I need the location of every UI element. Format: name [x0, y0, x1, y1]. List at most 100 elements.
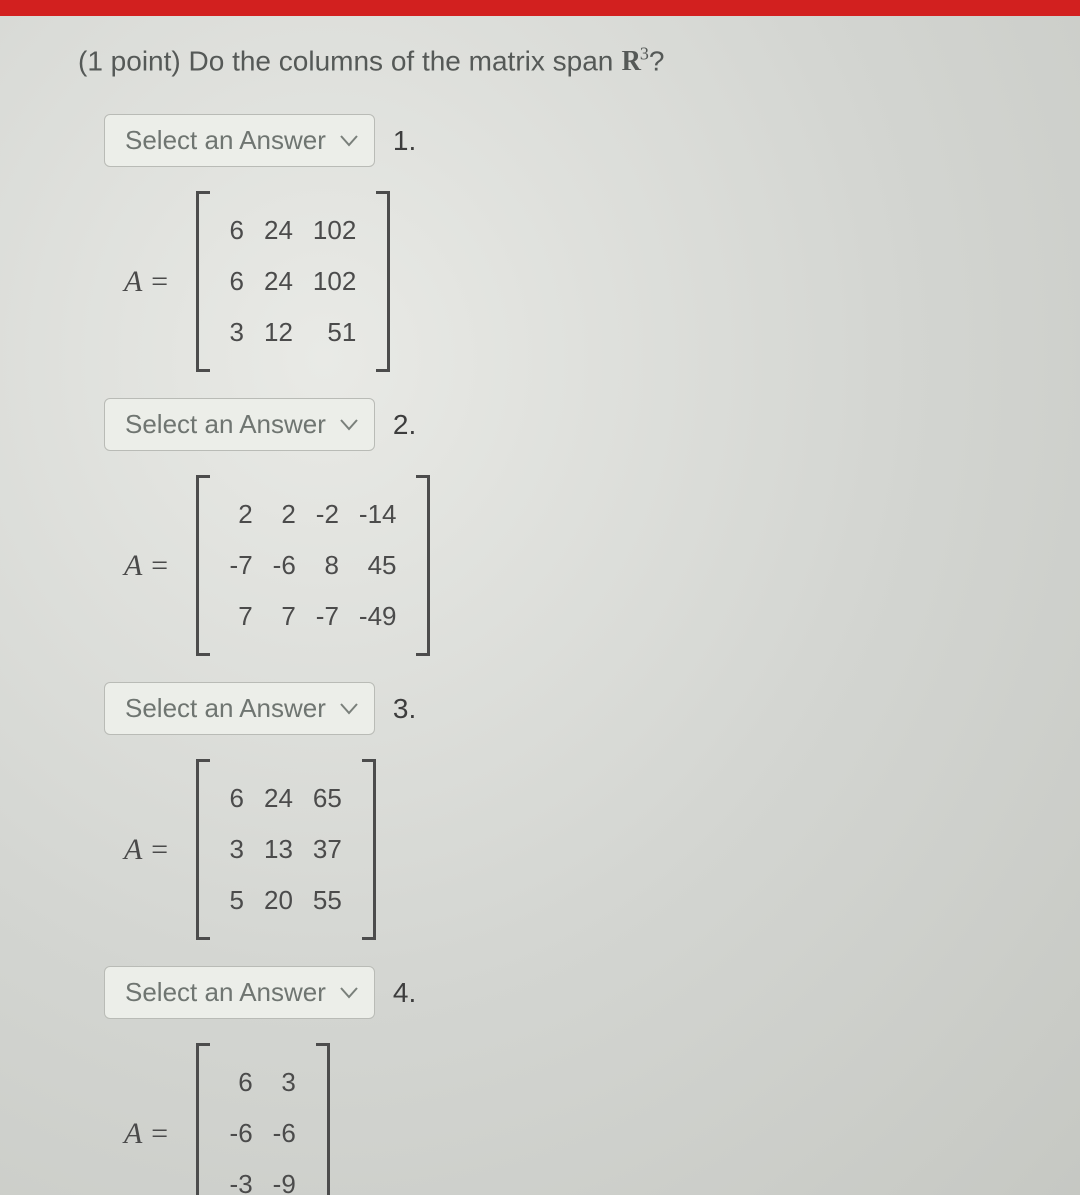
- cell: 13: [254, 824, 303, 875]
- cell: 7: [263, 591, 306, 642]
- answer-row-1: Select an Answer 1.: [104, 114, 1080, 167]
- bracket-right-icon: [316, 1043, 330, 1195]
- bracket-left-icon: [196, 475, 210, 656]
- cell: -3: [220, 1159, 263, 1195]
- table-row: 6 24 65: [220, 773, 352, 824]
- question-body: Do the columns of the matrix span: [189, 45, 614, 76]
- matrix-label-3: A =: [124, 833, 170, 867]
- select-placeholder: Select an Answer: [125, 125, 326, 156]
- cell: -7: [306, 591, 349, 642]
- item-number-4: 4.: [393, 977, 416, 1009]
- cell: 12: [254, 307, 303, 358]
- cell: 3: [220, 824, 254, 875]
- table-row: 2 2 -2 -14: [220, 489, 407, 540]
- chevron-down-icon: [340, 703, 358, 715]
- cell: 7: [220, 591, 263, 642]
- matrix-table-2: 2 2 -2 -14 -7 -6 8 45 7 7 -7: [220, 489, 407, 642]
- cell: 55: [303, 875, 352, 926]
- question-text: (1 point) Do the columns of the matrix s…: [78, 44, 1080, 78]
- table-row: 3 13 37: [220, 824, 352, 875]
- table-row: 3 12 51: [220, 307, 367, 358]
- chevron-down-icon: [340, 419, 358, 431]
- matrix-label-1: A =: [124, 265, 170, 299]
- answer-row-2: Select an Answer 2.: [104, 398, 1080, 451]
- table-row: -3 -9: [220, 1159, 306, 1195]
- cell: 51: [303, 307, 366, 358]
- matrix-table-4: 6 3 -6 -6 -3 -9: [220, 1057, 306, 1195]
- cell: 65: [303, 773, 352, 824]
- select-placeholder: Select an Answer: [125, 977, 326, 1008]
- bracket-left-icon: [196, 1043, 210, 1195]
- points-prefix: (1 point): [78, 45, 181, 76]
- matrix-3: 6 24 65 3 13 37 5 20 55: [196, 759, 376, 940]
- cell: 102: [303, 205, 366, 256]
- space-symbol: R3: [621, 46, 649, 77]
- cell: 2: [220, 489, 263, 540]
- table-row: -7 -6 8 45: [220, 540, 407, 591]
- table-row: 7 7 -7 -49: [220, 591, 407, 642]
- matrix-display-4: A = 6 3 -6 -6 -3 -9: [124, 1043, 1080, 1195]
- item-number-2: 2.: [393, 409, 416, 441]
- cell: 6: [220, 1057, 263, 1108]
- matrix-1: 6 24 102 6 24 102 3 12 51: [196, 191, 391, 372]
- select-placeholder: Select an Answer: [125, 409, 326, 440]
- item-number-1: 1.: [393, 125, 416, 157]
- cell: 8: [306, 540, 349, 591]
- cell: 45: [349, 540, 407, 591]
- cell: -9: [263, 1159, 306, 1195]
- select-placeholder: Select an Answer: [125, 693, 326, 724]
- bracket-right-icon: [362, 759, 376, 940]
- cell: -7: [220, 540, 263, 591]
- cell: 3: [263, 1057, 306, 1108]
- answer-row-4: Select an Answer 4.: [104, 966, 1080, 1019]
- matrix-4: 6 3 -6 -6 -3 -9: [196, 1043, 330, 1195]
- cell: -6: [220, 1108, 263, 1159]
- table-row: -6 -6: [220, 1108, 306, 1159]
- bracket-right-icon: [416, 475, 430, 656]
- matrix-display-3: A = 6 24 65 3 13 37 5 20: [124, 759, 1080, 940]
- matrix-table-1: 6 24 102 6 24 102 3 12 51: [220, 205, 367, 358]
- answer-select-2[interactable]: Select an Answer: [104, 398, 375, 451]
- matrix-table-3: 6 24 65 3 13 37 5 20 55: [220, 773, 352, 926]
- cell: -49: [349, 591, 407, 642]
- cell: 5: [220, 875, 254, 926]
- cell: -14: [349, 489, 407, 540]
- cell: 24: [254, 773, 303, 824]
- content-area: (1 point) Do the columns of the matrix s…: [0, 16, 1080, 1195]
- answer-select-1[interactable]: Select an Answer: [104, 114, 375, 167]
- cell: 6: [220, 773, 254, 824]
- top-red-bar: [0, 0, 1080, 16]
- cell: 24: [254, 205, 303, 256]
- matrix-display-1: A = 6 24 102 6 24 102 3: [124, 191, 1080, 372]
- cell: 20: [254, 875, 303, 926]
- cell: 6: [220, 256, 254, 307]
- bracket-left-icon: [196, 759, 210, 940]
- answer-row-3: Select an Answer 3.: [104, 682, 1080, 735]
- table-row: 6 24 102: [220, 205, 367, 256]
- matrix-2: 2 2 -2 -14 -7 -6 8 45 7 7 -7: [196, 475, 431, 656]
- matrix-label-2: A =: [124, 549, 170, 583]
- question-mark: ?: [649, 45, 665, 76]
- table-row: 6 24 102: [220, 256, 367, 307]
- cell: -6: [263, 1108, 306, 1159]
- bracket-left-icon: [196, 191, 210, 372]
- cell: 6: [220, 205, 254, 256]
- chevron-down-icon: [340, 987, 358, 999]
- cell: 24: [254, 256, 303, 307]
- cell: -6: [263, 540, 306, 591]
- answer-select-3[interactable]: Select an Answer: [104, 682, 375, 735]
- table-row: 5 20 55: [220, 875, 352, 926]
- chevron-down-icon: [340, 135, 358, 147]
- matrix-display-2: A = 2 2 -2 -14 -7 -6 8 45: [124, 475, 1080, 656]
- bracket-right-icon: [376, 191, 390, 372]
- cell: -2: [306, 489, 349, 540]
- cell: 37: [303, 824, 352, 875]
- cell: 3: [220, 307, 254, 358]
- answer-select-4[interactable]: Select an Answer: [104, 966, 375, 1019]
- cell: 2: [263, 489, 306, 540]
- matrix-label-4: A =: [124, 1117, 170, 1151]
- cell: 102: [303, 256, 366, 307]
- table-row: 6 3: [220, 1057, 306, 1108]
- page-viewport: (1 point) Do the columns of the matrix s…: [0, 0, 1080, 1195]
- item-number-3: 3.: [393, 693, 416, 725]
